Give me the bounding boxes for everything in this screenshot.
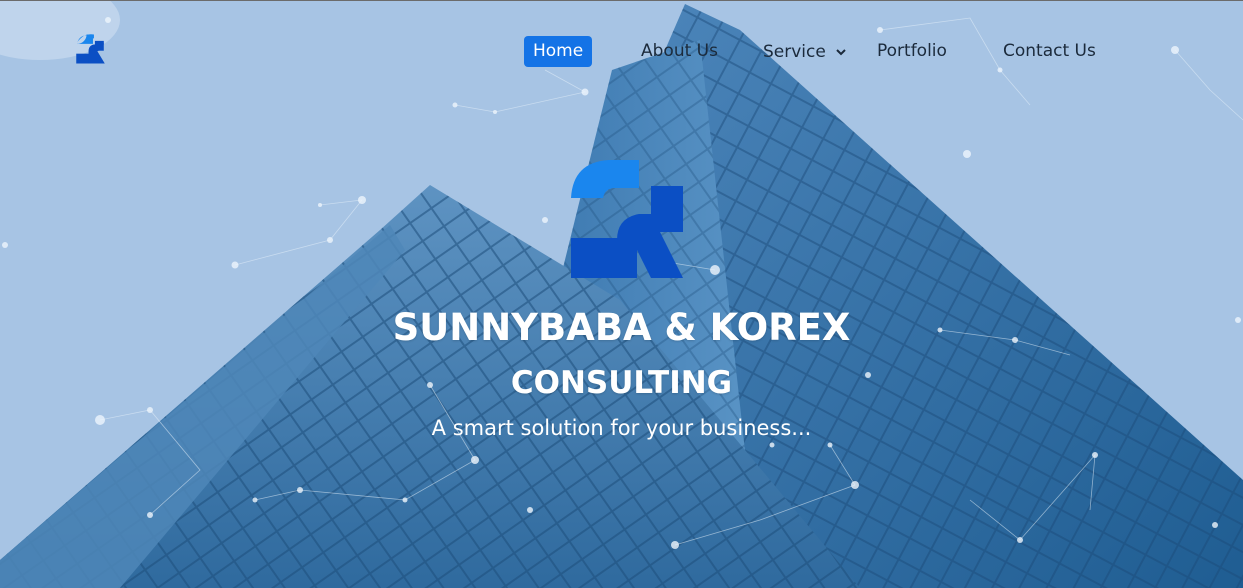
nav-item-home[interactable]: Home xyxy=(524,36,593,67)
nav-item-service[interactable]: Service xyxy=(763,37,847,68)
hero-logo xyxy=(567,158,687,280)
nav-item-portfolio-label: Portfolio xyxy=(877,41,947,61)
nav-item-service-label: Service xyxy=(763,42,826,62)
hero-title-line1: SUNNYBABA & KOREX xyxy=(392,306,851,349)
hero-tagline: A smart solution for your business... xyxy=(431,416,812,440)
main-navigation: Home About Us Service Portfolio Contact … xyxy=(0,36,1243,68)
nav-item-about-us-label: About Us xyxy=(641,41,718,61)
nav-item-contact-us[interactable]: Contact Us xyxy=(1003,36,1096,67)
nav-item-about-us[interactable]: About Us xyxy=(641,36,718,67)
nav-item-contact-us-label: Contact Us xyxy=(1003,41,1096,61)
hero-section: Home About Us Service Portfolio Contact … xyxy=(0,0,1243,588)
skyscraper-background-image xyxy=(0,0,1243,588)
nav-item-home-label: Home xyxy=(533,41,584,61)
sk-logo-icon xyxy=(571,160,683,278)
hero-title-line2: CONSULTING xyxy=(510,365,733,401)
chevron-down-icon xyxy=(836,49,846,56)
nav-item-portfolio[interactable]: Portfolio xyxy=(877,36,947,67)
top-border xyxy=(0,0,1243,1)
